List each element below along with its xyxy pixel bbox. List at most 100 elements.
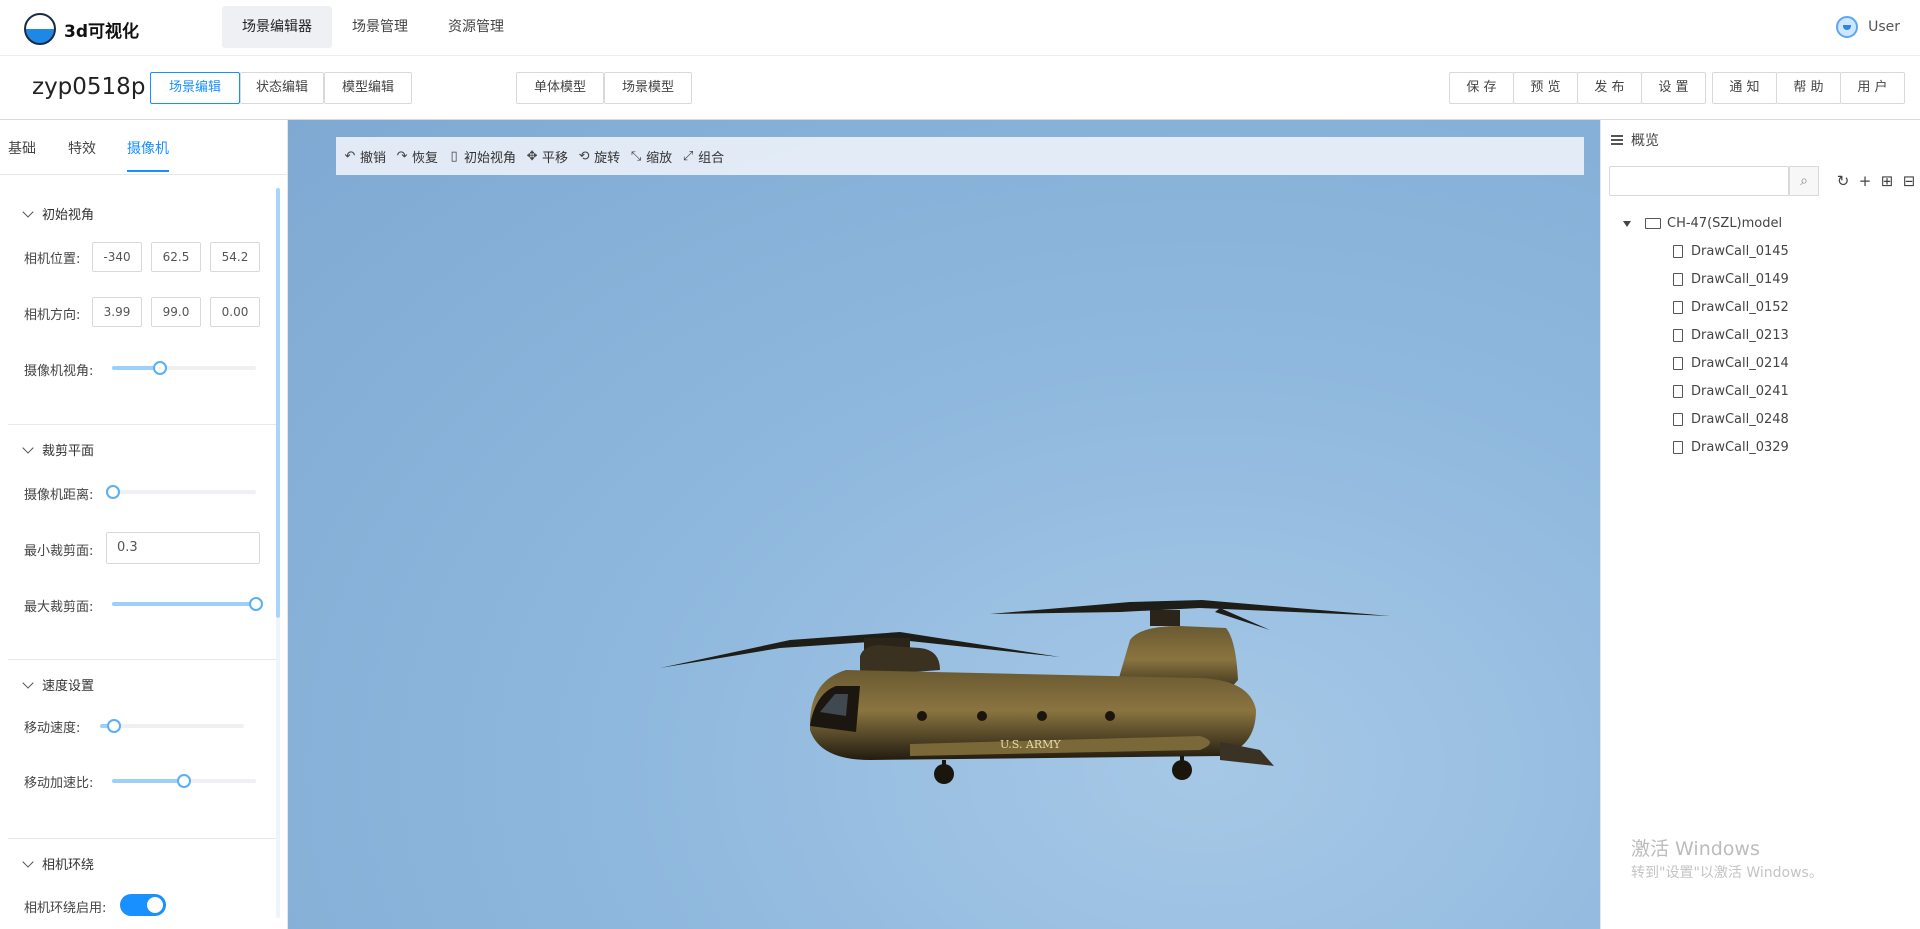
section-orbit-title: 相机环绕 [42,858,95,873]
tree-item-label: DrawCall_0213 [1691,328,1789,343]
pan-tool[interactable]: ✥ 平移 [526,147,568,166]
tree-item[interactable]: DrawCall_0329 [1673,440,1789,455]
notify-button[interactable]: 通 知 [1712,72,1777,104]
move-speed-slider[interactable] [100,719,244,733]
camera-distance-slider[interactable] [106,485,256,499]
panel-scrollbar-track [276,618,280,918]
add-icon[interactable]: + [1857,172,1873,190]
move-accel-slider[interactable] [112,774,256,788]
app-logo[interactable]: 3d可视化 [24,13,139,45]
camera-position-x-input[interactable]: -340 [92,242,142,272]
section-speed-title: 速度设置 [42,679,95,694]
section-initial-view-title: 初始视角 [42,208,95,223]
refresh-icon[interactable]: ↻ [1835,172,1851,190]
slider-handle[interactable] [107,719,122,733]
tree-item[interactable]: DrawCall_0241 [1673,384,1789,399]
camera-direction-y-input[interactable]: 99.0 [151,297,201,327]
tree-item[interactable]: DrawCall_0145 [1673,244,1789,259]
section-clip-plane-title: 裁剪平面 [42,444,95,459]
save-button[interactable]: 保 存 [1449,72,1514,104]
pan-icon: ✥ [526,148,538,164]
file-icon [1673,301,1683,314]
undo-icon: ↶ [344,148,356,164]
help-button[interactable]: 帮 助 [1776,72,1841,104]
windows-activation-watermark: 激活 Windows [1631,838,1760,860]
rotate-icon: ⟲ [578,148,590,164]
user-button[interactable]: 用 户 [1840,72,1905,104]
section-speed[interactable]: 速度设置 [22,675,95,694]
section-initial-view[interactable]: 初始视角 [22,204,95,223]
tab-effects[interactable]: 特效 [68,138,96,170]
pan-label: 平移 [542,150,569,166]
camera-properties-panel: 基础 特效 摄像机 初始视角 相机位置: -340 62.5 54.2 相机方向… [0,120,288,929]
helicopter-model[interactable]: U.S. ARMY [660,480,1500,800]
undo-tool[interactable]: ↶ 撤销 [344,147,386,166]
rotate-tool[interactable]: ⟲ 旋转 [578,147,620,166]
chevron-down-icon [22,441,34,454]
section-divider [8,838,276,839]
tree-root-label: CH-47(SZL)model [1667,216,1783,231]
tree-item-label: DrawCall_0248 [1691,412,1789,427]
caret-down-icon[interactable] [1623,220,1631,227]
tree-search-input[interactable] [1609,166,1789,196]
orbit-enable-toggle[interactable] [120,894,166,916]
panel-scrollbar[interactable] [276,188,280,618]
3d-viewport[interactable]: ↶ 撤销 ↷ 恢复 ▯ 初始视角 ✥ 平移 ⟲ 旋转 ⤡ 缩放 ⤢ 组合 U.S… [288,120,1600,929]
search-icon[interactable]: ⌕ [1789,166,1819,196]
section-divider [8,424,276,425]
group-tool[interactable]: ⤢ 组合 [682,147,724,166]
slider-handle[interactable] [106,485,121,499]
settings-button[interactable]: 设 置 [1641,72,1706,104]
mode-scene-edit-button[interactable]: 场景编辑 [150,72,240,104]
camera-direction-label: 相机方向: [24,308,81,323]
expand-all-icon[interactable]: ⊞ [1879,172,1895,190]
file-icon [1673,357,1683,370]
section-clip-plane[interactable]: 裁剪平面 [22,440,95,459]
scene-overview-panel: 概览 ⌕ ↻ + ⊞ ⊟ CH-47(SZL)model DrawCall_01… [1600,120,1920,929]
slider-handle[interactable] [249,597,263,611]
scale-icon: ⤡ [630,148,642,164]
min-clip-input[interactable]: 0.3 [106,532,260,564]
tree-item-label: DrawCall_0145 [1691,244,1789,259]
camera-position-z-input[interactable]: 54.2 [210,242,260,272]
mode-state-edit-button[interactable]: 状态编辑 [240,72,324,104]
camera-position-label: 相机位置: [24,252,81,267]
mode-model-edit-button[interactable]: 模型编辑 [324,72,412,104]
tree-root-node[interactable]: CH-47(SZL)model [1623,216,1782,231]
tree-item[interactable]: DrawCall_0213 [1673,328,1789,343]
initial-view-tool[interactable]: ▯ 初始视角 [448,147,516,166]
move-accel-label: 移动加速比: [24,776,94,791]
collapse-all-icon[interactable]: ⊟ [1901,172,1917,190]
viewport-toolbar: ↶ 撤销 ↷ 恢复 ▯ 初始视角 ✥ 平移 ⟲ 旋转 ⤡ 缩放 ⤢ 组合 [336,137,1584,175]
tree-item-label: DrawCall_0214 [1691,356,1789,371]
section-orbit[interactable]: 相机环绕 [22,854,95,873]
nav-tab-scene-management[interactable]: 场景管理 [332,6,428,48]
slider-handle[interactable] [152,361,167,375]
tab-basic[interactable]: 基础 [8,138,36,170]
tree-item[interactable]: DrawCall_0149 [1673,272,1789,287]
scale-tool[interactable]: ⤡ 缩放 [630,147,672,166]
camera-direction-x-input[interactable]: 3.99 [92,297,142,327]
camera-direction-z-input[interactable]: 0.00 [210,297,260,327]
camera-fov-slider[interactable] [112,361,256,375]
max-clip-slider[interactable] [112,597,263,611]
nav-tab-scene-editor[interactable]: 场景编辑器 [222,6,332,48]
redo-tool[interactable]: ↷ 恢复 [396,147,438,166]
single-model-button[interactable]: 单体模型 [516,72,604,104]
slider-fill [112,602,256,606]
tree-item[interactable]: DrawCall_0214 [1673,356,1789,371]
slider-handle[interactable] [177,774,191,788]
tab-camera[interactable]: 摄像机 [127,138,169,172]
scene-model-button[interactable]: 场景模型 [604,72,692,104]
tree-item[interactable]: DrawCall_0248 [1673,412,1789,427]
publish-button[interactable]: 发 布 [1577,72,1642,104]
property-tabs: 基础 特效 摄像机 [0,120,288,175]
preview-button[interactable]: 预 览 [1513,72,1578,104]
user-menu[interactable]: User [1836,16,1900,38]
tree-item[interactable]: DrawCall_0152 [1673,300,1789,315]
redo-icon: ↷ [396,148,408,164]
group-icon: ⤢ [682,148,694,164]
initial-view-label: 初始视角 [464,150,517,166]
camera-position-y-input[interactable]: 62.5 [151,242,201,272]
nav-tab-resource-management[interactable]: 资源管理 [428,6,524,48]
